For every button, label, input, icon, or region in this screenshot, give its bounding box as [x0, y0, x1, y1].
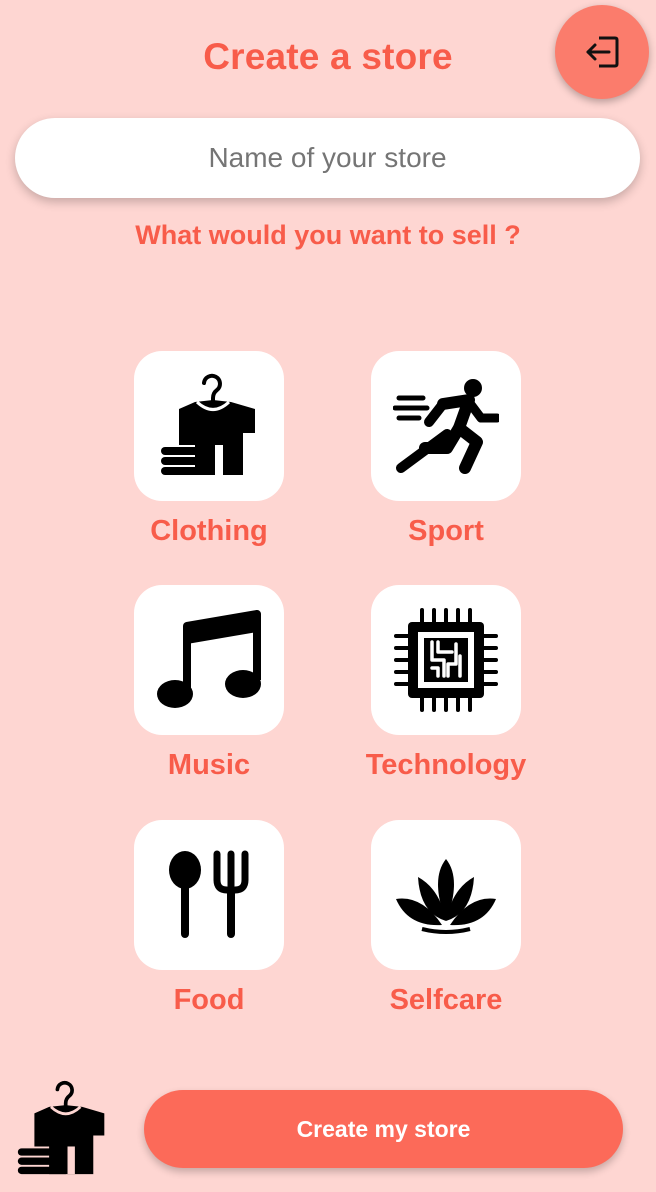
spoon-fork-icon	[169, 850, 249, 938]
sell-question: What would you want to sell ?	[135, 220, 521, 250]
category-label: Music	[167, 749, 251, 781]
lotus-icon	[396, 859, 496, 934]
category-clothing[interactable]: Clothing	[89, 351, 329, 548]
category-label: Technology	[365, 749, 527, 781]
category-selfcare[interactable]: Selfcare	[326, 820, 566, 1017]
category-tile	[134, 820, 284, 970]
category-tile	[134, 351, 284, 501]
category-label: Food	[173, 984, 245, 1016]
store-name-field-wrapper	[15, 118, 640, 198]
category-tile	[371, 820, 521, 970]
category-label: Selfcare	[389, 984, 503, 1016]
logout-button[interactable]	[555, 5, 649, 99]
category-music[interactable]: Music	[89, 585, 329, 782]
category-sport[interactable]: Sport	[326, 351, 566, 548]
category-tile	[371, 585, 521, 735]
clothing-hanger-icon	[17, 1080, 105, 1175]
music-note-icon	[157, 610, 261, 708]
category-label: Sport	[408, 515, 484, 547]
category-tile	[371, 351, 521, 501]
running-person-icon	[393, 379, 499, 474]
category-food[interactable]: Food	[89, 820, 329, 1017]
category-tile	[134, 585, 284, 735]
create-store-button[interactable]: Create my store	[144, 1090, 623, 1168]
store-name-input[interactable]	[15, 118, 640, 198]
app-logo	[16, 1080, 108, 1178]
logout-icon	[586, 36, 619, 68]
clothing-hanger-icon	[161, 373, 255, 475]
microchip-icon	[394, 608, 498, 712]
category-label: Clothing	[150, 515, 268, 547]
category-technology[interactable]: Technology	[326, 585, 566, 782]
